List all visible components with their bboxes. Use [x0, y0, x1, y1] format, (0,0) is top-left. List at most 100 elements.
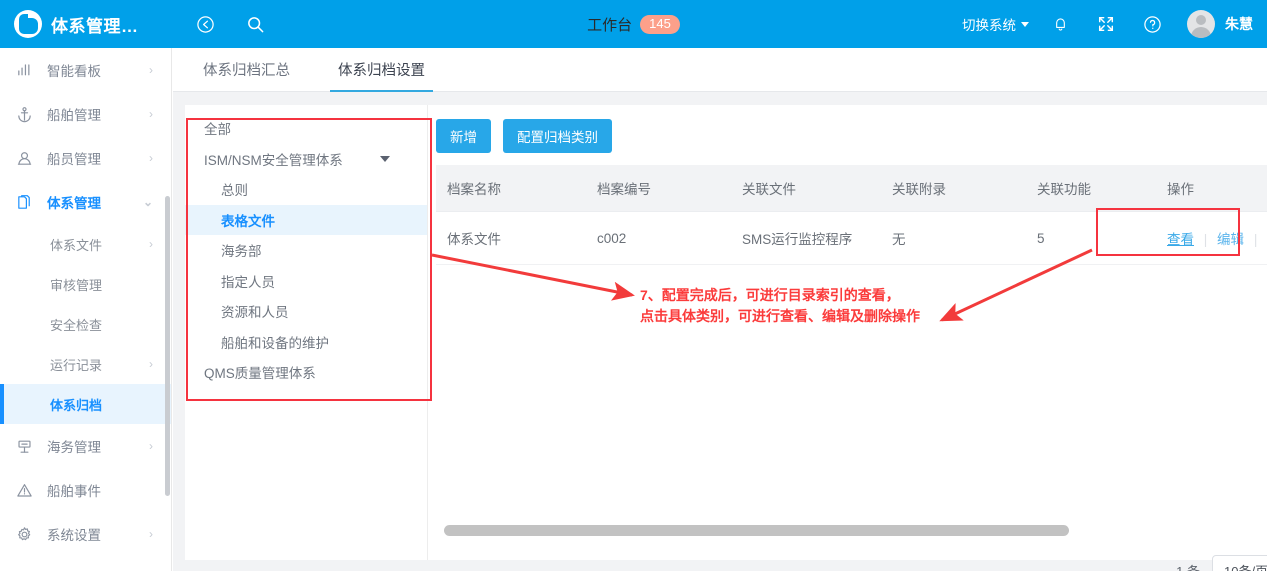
- sidebar-item-system-archive[interactable]: 体系归档: [0, 384, 171, 424]
- caret-down-icon[interactable]: [380, 155, 390, 162]
- sidebar-scrollbar[interactable]: [165, 196, 170, 496]
- category-tree-panel: 全部 ISM/NSM安全管理体系 总则 表格文件 海务部 指定人员 资源和人员 …: [185, 105, 428, 560]
- content-area: 体系归档汇总 体系归档设置 全部 ISM/NSM安全管理体系 总则 表格文件 海…: [173, 48, 1267, 571]
- sidebar-item-label: 智能看板: [47, 64, 101, 79]
- chevron-down-icon: [1021, 21, 1029, 27]
- scrollbar-thumb[interactable]: [444, 525, 1069, 536]
- fullscreen-icon[interactable]: [1091, 9, 1121, 39]
- dashboard-icon: [14, 60, 34, 80]
- cell-related-function: 5: [1026, 211, 1156, 265]
- edit-link[interactable]: 编辑: [1217, 232, 1244, 247]
- add-button[interactable]: 新增: [436, 119, 491, 153]
- action-separator: |: [1253, 232, 1258, 247]
- sidebar-item-label: 船员管理: [47, 152, 101, 167]
- tree-node-form-documents[interactable]: 表格文件: [185, 204, 427, 235]
- sidebar-item-ship-management[interactable]: 船舶管理 ›: [0, 92, 171, 136]
- chevron-right-icon: ›: [149, 107, 153, 121]
- tree-node-label: ISM/NSM安全管理体系: [204, 152, 343, 168]
- ship-wheel-icon: [14, 436, 34, 456]
- tree-node-label: 船舶和设备的维护: [221, 335, 329, 351]
- column-header-related-function: 关联功能: [1026, 165, 1156, 212]
- tree-node-general[interactable]: 总则: [185, 174, 427, 205]
- tree-node-label: 海务部: [221, 244, 262, 260]
- toolbar: 新增 配置归档类别: [428, 105, 1267, 153]
- sidebar-item-safety-inspection[interactable]: 安全检查: [0, 304, 171, 344]
- sidebar-item-audit-management[interactable]: 审核管理: [0, 264, 171, 304]
- column-header-related-file: 关联文件: [731, 165, 881, 212]
- collapse-left-icon[interactable]: [190, 9, 220, 39]
- tab-archive-settings[interactable]: 体系归档设置: [330, 59, 433, 92]
- sidebar-item-marine-affairs[interactable]: 海务管理 ›: [0, 424, 171, 468]
- sidebar-item-ship-events[interactable]: 船舶事件: [0, 468, 171, 512]
- table-header-row: 档案名称 档案编号 关联文件 关联附录 关联功能 操作: [436, 165, 1267, 212]
- search-icon[interactable]: [240, 9, 270, 39]
- sidebar-item-dashboard[interactable]: 智能看板 ›: [0, 48, 171, 92]
- chevron-right-icon: ›: [149, 63, 153, 77]
- sidebar: 智能看板 › 船舶管理 › 船员管理 › 体系管理 ⌄ 体系文件 › 审核管理 …: [0, 48, 172, 571]
- sidebar-item-label: 系统设置: [47, 528, 101, 543]
- view-link[interactable]: 查看: [1167, 232, 1194, 247]
- bell-icon[interactable]: [1045, 9, 1075, 39]
- sidebar-subitem-label: 运行记录: [50, 357, 103, 373]
- avatar[interactable]: [1187, 10, 1215, 38]
- chevron-right-icon: ›: [149, 527, 153, 541]
- column-header-archive-code: 档案编号: [586, 165, 731, 212]
- sidebar-item-label: 船舶事件: [47, 484, 101, 499]
- chevron-right-icon: ›: [149, 357, 153, 371]
- header-actions: 切换系统 朱慧: [962, 0, 1253, 48]
- tab-archive-summary[interactable]: 体系归档汇总: [197, 59, 296, 91]
- column-header-archive-name: 档案名称: [436, 165, 586, 212]
- chevron-down-icon: ⌄: [142, 195, 153, 209]
- table-row[interactable]: 体系文件 c002 SMS运行监控程序 无 5 查看 | 编辑 |: [436, 211, 1267, 265]
- archive-list-panel: 新增 配置归档类别 档案名称 档案编号 关联文件 关联附录 关联功能 操作 体系…: [428, 105, 1267, 571]
- tree-node-ism-nsm[interactable]: ISM/NSM安全管理体系: [185, 144, 427, 175]
- tree-node-qms[interactable]: QMS质量管理体系: [185, 357, 427, 388]
- sidebar-item-system-settings[interactable]: 系统设置 ›: [0, 512, 171, 556]
- column-header-actions: 操作: [1156, 165, 1267, 212]
- sidebar-subitem-label: 体系文件: [50, 237, 103, 253]
- sidebar-item-crew-management[interactable]: 船员管理 ›: [0, 136, 171, 180]
- question-circle-icon[interactable]: [1137, 9, 1167, 39]
- sidebar-subitem-label: 审核管理: [50, 277, 103, 293]
- page-size-select[interactable]: 10条/页 ⌄: [1212, 555, 1267, 571]
- chevron-right-icon: ›: [149, 237, 153, 251]
- tree-node-all[interactable]: 全部: [185, 113, 427, 144]
- sidebar-item-operation-records[interactable]: 运行记录 ›: [0, 344, 171, 384]
- pagination: 1 条 10条/页 ⌄: [1176, 555, 1267, 571]
- sidebar-item-label: 船舶管理: [47, 108, 101, 123]
- total-count-label: 1 条: [1176, 563, 1200, 571]
- switch-system-button[interactable]: 切换系统: [962, 14, 1029, 34]
- sidebar-item-label: 海务管理: [47, 440, 101, 455]
- sidebar-item-label: 体系管理: [47, 196, 101, 211]
- tree-node-designated-person[interactable]: 指定人员: [185, 266, 427, 297]
- archive-table: 档案名称 档案编号 关联文件 关联附录 关联功能 操作 体系文件 c002 SM…: [436, 165, 1267, 265]
- action-separator: |: [1203, 232, 1208, 247]
- sidebar-item-system-files[interactable]: 体系文件 ›: [0, 224, 171, 264]
- configure-archive-category-button[interactable]: 配置归档类别: [503, 119, 612, 153]
- archive-table-wrapper: 档案名称 档案编号 关联文件 关联附录 关联功能 操作 体系文件 c002 SM…: [436, 165, 1267, 265]
- cell-archive-name: 体系文件: [436, 211, 586, 265]
- table-horizontal-scrollbar[interactable]: [444, 525, 1069, 536]
- tree-node-label: 总则: [221, 183, 248, 199]
- documents-icon: [14, 192, 34, 212]
- tab-bar: 体系归档汇总 体系归档设置: [173, 48, 1267, 92]
- brand[interactable]: 体系管理…: [0, 10, 172, 38]
- workbench-label: 工作台: [587, 16, 633, 34]
- cell-related-file: SMS运行监控程序: [731, 211, 881, 265]
- top-header: 体系管理… 工作台 145 切换系统 朱慧: [0, 0, 1267, 48]
- sidebar-subitem-label: 安全检查: [50, 317, 103, 333]
- panels: 全部 ISM/NSM安全管理体系 总则 表格文件 海务部 指定人员 资源和人员 …: [185, 105, 1267, 571]
- tree-node-marine-dept[interactable]: 海务部: [185, 235, 427, 266]
- warning-triangle-icon: [14, 480, 34, 500]
- app-root: 体系管理… 工作台 145 切换系统 朱慧 智能看板 › 船舶管理 › 船员管理…: [0, 0, 1267, 571]
- cell-related-appendix: 无: [881, 211, 1026, 265]
- sidebar-item-system-management[interactable]: 体系管理 ⌄: [0, 180, 171, 224]
- user-icon: [14, 148, 34, 168]
- tree-node-label: 资源和人员: [221, 305, 289, 321]
- body-area: 全部 ISM/NSM安全管理体系 总则 表格文件 海务部 指定人员 资源和人员 …: [173, 93, 1267, 571]
- cell-archive-code: c002: [586, 211, 731, 265]
- workbench-badge: 145: [640, 14, 680, 34]
- tree-node-ship-equipment-maintenance[interactable]: 船舶和设备的维护: [185, 327, 427, 358]
- tree-node-resources-personnel[interactable]: 资源和人员: [185, 296, 427, 327]
- chevron-right-icon: ›: [149, 151, 153, 165]
